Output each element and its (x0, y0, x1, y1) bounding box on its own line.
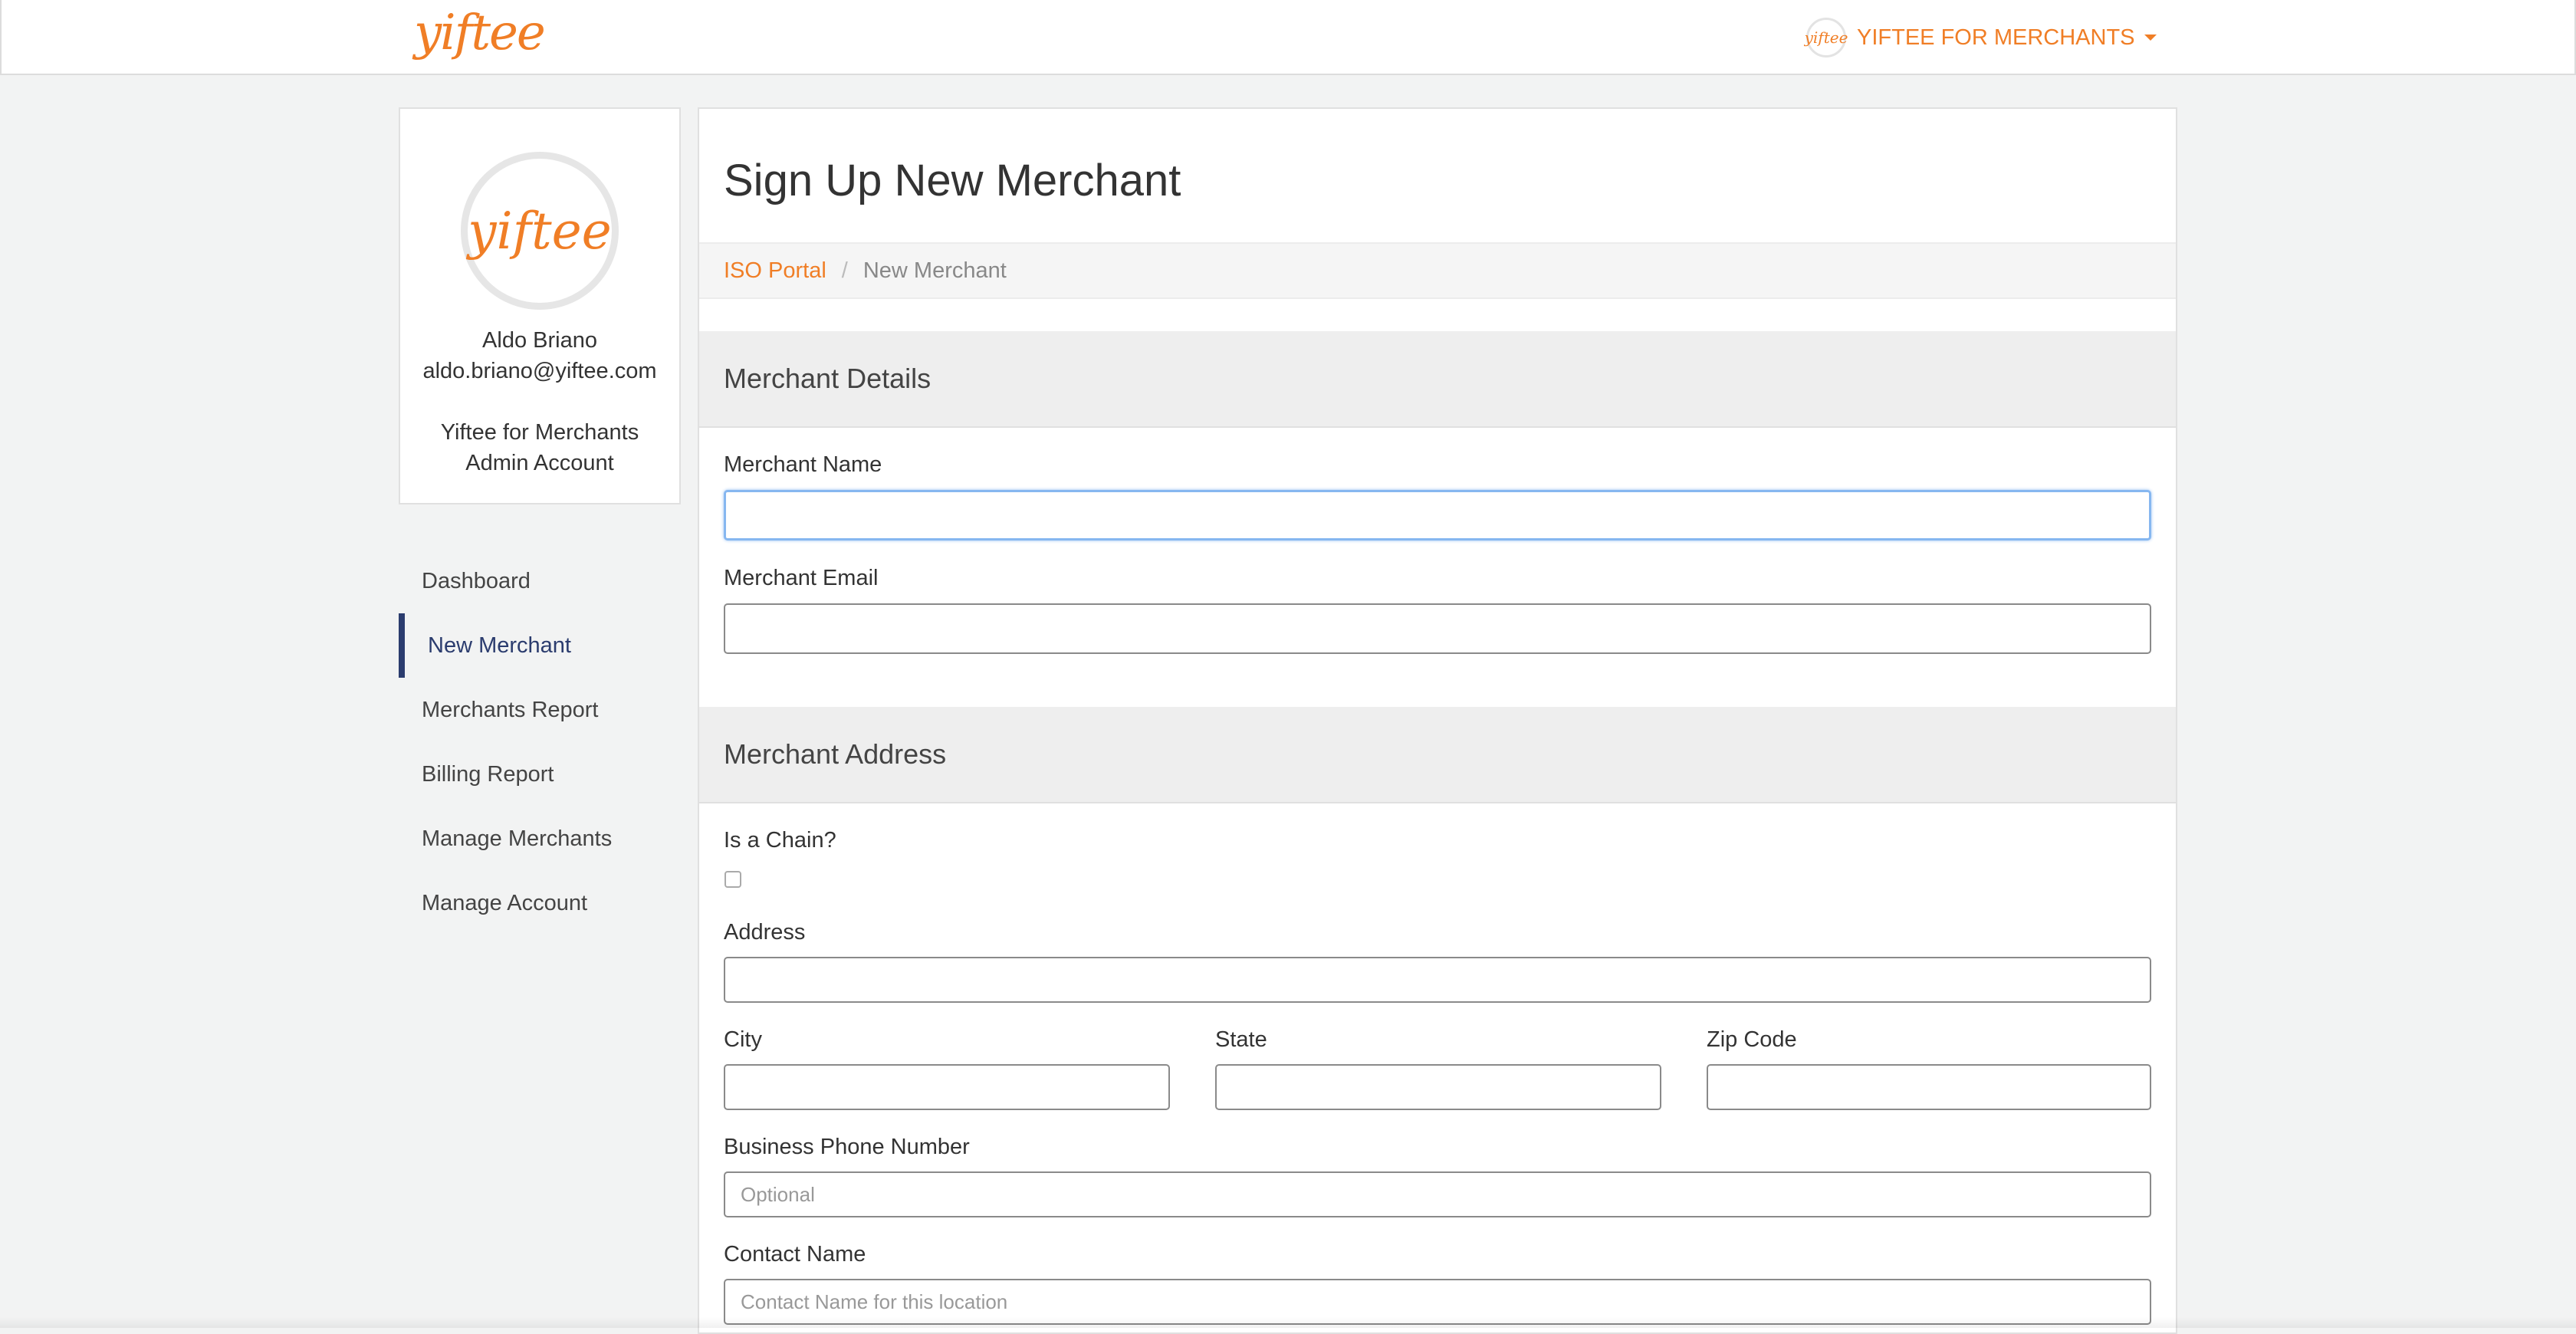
bottom-shadow (0, 1317, 2576, 1328)
address-input[interactable] (724, 957, 2151, 1003)
main-panel: Sign Up New Merchant ISO Portal / New Me… (698, 107, 2177, 1334)
breadcrumb-link-iso-portal[interactable]: ISO Portal (724, 258, 826, 284)
sidebar-nav: Dashboard New Merchant Merchants Report … (399, 549, 681, 935)
sidebar-item-dashboard[interactable]: Dashboard (399, 549, 681, 613)
profile-card: yiftee Aldo Briano aldo.briano@yiftee.co… (399, 107, 681, 504)
section-merchant-details-heading: Merchant Details (699, 331, 2176, 428)
is-chain-checkbox[interactable] (724, 871, 741, 888)
city-input[interactable] (724, 1064, 1170, 1110)
merchant-name-input[interactable] (724, 490, 2151, 540)
caret-down-icon (2144, 34, 2157, 41)
breadcrumb: ISO Portal / New Merchant (699, 242, 2176, 299)
profile-avatar: yiftee (461, 152, 619, 310)
merchant-email-input[interactable] (724, 603, 2151, 654)
profile-name: Aldo Briano (482, 328, 597, 353)
breadcrumb-separator: / (841, 258, 848, 283)
yiftee-logo[interactable]: yiftee (414, 5, 546, 61)
profile-account-line1: Yiftee for Merchants (440, 420, 639, 445)
page-title: Sign Up New Merchant (724, 156, 1181, 205)
profile-account-line2: Admin Account (465, 451, 614, 475)
nav-avatar: yiftee (1805, 18, 1848, 58)
sidebar-item-merchants-report[interactable]: Merchants Report (399, 678, 681, 742)
state-input[interactable] (1215, 1064, 1661, 1110)
address-label: Address (724, 920, 806, 945)
sidebar-item-billing-report[interactable]: Billing Report (399, 742, 681, 807)
merchant-email-label: Merchant Email (724, 566, 879, 590)
sidebar-item-new-merchant[interactable]: New Merchant (399, 613, 681, 678)
top-navbar: yiftee yiftee YIFTEE FOR MERCHANTS (0, 0, 2576, 75)
section-merchant-address-heading: Merchant Address (699, 707, 2176, 803)
contact-name-label: Contact Name (724, 1242, 866, 1267)
zip-code-label: Zip Code (1707, 1027, 1797, 1052)
breadcrumb-current: New Merchant (863, 258, 1007, 283)
business-phone-label: Business Phone Number (724, 1135, 970, 1159)
profile-email: aldo.briano@yiftee.com (422, 359, 657, 383)
merchant-name-label: Merchant Name (724, 452, 882, 477)
account-menu-label: YIFTEE FOR MERCHANTS (1857, 25, 2135, 50)
zip-code-input[interactable] (1707, 1064, 2151, 1110)
sidebar-item-manage-account[interactable]: Manage Account (399, 871, 681, 935)
account-menu-dropdown[interactable]: yiftee YIFTEE FOR MERCHANTS (1805, 17, 2157, 58)
sidebar-item-manage-merchants[interactable]: Manage Merchants (399, 807, 681, 871)
state-label: State (1215, 1027, 1267, 1052)
business-phone-input[interactable] (724, 1171, 2151, 1217)
is-chain-label: Is a Chain? (724, 828, 836, 853)
city-label: City (724, 1027, 762, 1052)
